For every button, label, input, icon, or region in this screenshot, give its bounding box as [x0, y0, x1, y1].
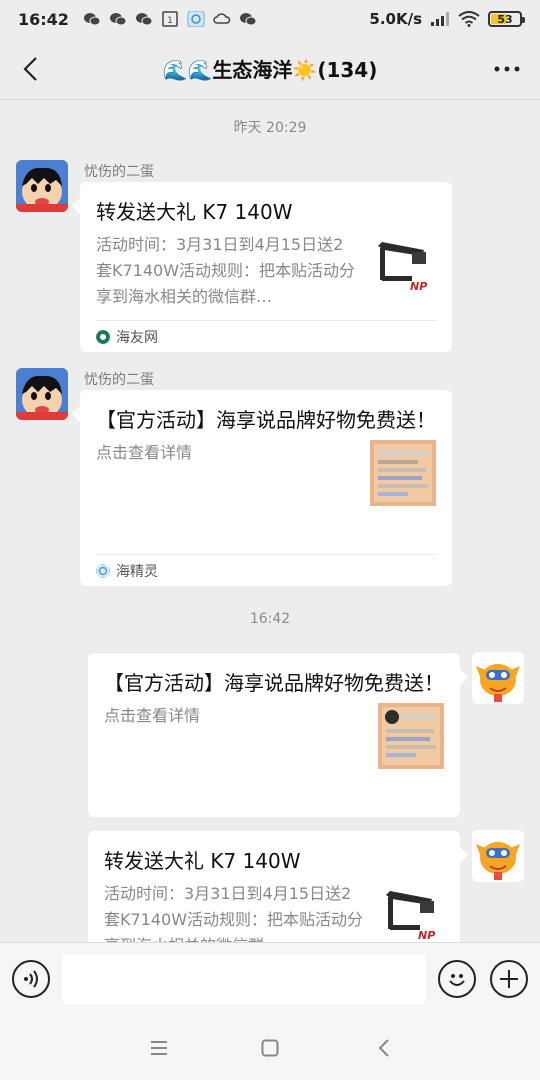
battery-level: 53	[497, 12, 513, 26]
card-source-label: 海精灵	[116, 563, 158, 580]
card-description: 点击查看详情	[104, 706, 201, 725]
voice-icon	[24, 970, 38, 988]
chat-message-list[interactable]: 昨天 20:29 忧伤的二蛋 转发送大礼 K7 140W 活动时间：3月31日到…	[0, 100, 540, 942]
cloud-icon	[213, 13, 231, 24]
card-thumbnail: NP	[370, 232, 436, 298]
avatar[interactable]	[16, 368, 68, 420]
wifi-icon	[458, 11, 480, 27]
card-description: 活动时间：3月31日到4月15日送2套K7140W活动规则：把本贴活动分享到海水…	[96, 235, 356, 306]
chat-title: 🌊🌊生态海洋☀️(134)	[162, 58, 378, 82]
card-title: 【官方活动】海享说品牌好物免费送！	[104, 671, 444, 695]
link-card-message[interactable]: 转发送大礼 K7 140W 活动时间：3月31日到4月15日送2套K7140W活…	[88, 831, 468, 942]
link-card-message[interactable]: 【官方活动】海享说品牌好物免费送！ 点击查看详情	[88, 653, 468, 817]
wechat-icon	[135, 13, 153, 26]
card-thumbnail	[370, 440, 436, 506]
app-icon	[187, 11, 205, 27]
more-functions-button[interactable]	[490, 960, 528, 998]
avatar[interactable]	[472, 652, 524, 704]
battery-indicator: 53	[488, 11, 525, 27]
more-button[interactable]	[492, 54, 522, 84]
status-time: 16:42	[18, 9, 69, 29]
back-button[interactable]	[14, 52, 48, 86]
sender-name: 忧伤的二蛋	[84, 372, 154, 388]
svg-text:NP: NP	[418, 929, 435, 942]
avatar[interactable]	[16, 160, 68, 212]
back-chevron-icon	[378, 1039, 389, 1057]
svg-text:1: 1	[167, 16, 173, 26]
svg-text:NP: NP	[410, 280, 427, 293]
status-bar: 16:42 1 5.0K/s 53	[0, 0, 540, 38]
haiyouwang-icon	[96, 329, 110, 344]
menu-lines-icon	[151, 1041, 167, 1055]
link-card-message[interactable]: 【官方活动】海享说品牌好物免费送！ 点击查看详情 海精灵	[72, 390, 452, 586]
message-input-bar	[0, 942, 540, 1016]
more-dots-icon	[494, 66, 520, 72]
system-back-button[interactable]	[370, 1034, 398, 1062]
sender-avatar-image	[16, 368, 68, 420]
card-title: 转发送大礼 K7 140W	[96, 200, 293, 224]
voice-input-button[interactable]	[12, 960, 50, 998]
wechat-icon	[109, 13, 127, 26]
network-speed: 5.0K/s	[369, 10, 422, 28]
link-card-message[interactable]: 转发送大礼 K7 140W 活动时间：3月31日到4月15日送2套K7140W活…	[72, 182, 452, 352]
message-input[interactable]	[62, 954, 426, 1004]
signal-icon	[431, 12, 449, 26]
haijingling-icon	[96, 563, 110, 578]
message-timestamp: 昨天 20:29	[233, 120, 307, 136]
card-description: 点击查看详情	[96, 443, 193, 462]
recent-apps-button[interactable]	[145, 1034, 173, 1062]
wechat-icon	[239, 13, 257, 26]
chat-header: 🌊🌊生态海洋☀️(134)	[0, 38, 540, 100]
system-navigation-bar	[0, 1016, 540, 1080]
back-chevron-icon	[23, 57, 37, 81]
card-title: 转发送大礼 K7 140W	[104, 849, 301, 873]
card-title: 【官方活动】海享说品牌好物免费送！	[96, 408, 436, 432]
card-thumbnail: NP	[378, 881, 444, 942]
home-square-icon	[261, 1039, 279, 1057]
wechat-icon	[83, 13, 101, 26]
plus-icon	[500, 970, 518, 988]
home-button[interactable]	[256, 1034, 284, 1062]
message-timestamp: 16:42	[249, 611, 291, 627]
card-source-label: 海友网	[116, 329, 158, 346]
self-avatar-image	[472, 652, 524, 704]
card-source: 海友网	[96, 320, 436, 352]
self-avatar-image	[472, 830, 524, 882]
avatar[interactable]	[472, 830, 524, 882]
card-description: 活动时间：3月31日到4月15日送2套K7140W活动规则：把本贴活动分享到海水…	[104, 884, 364, 942]
sender-name: 忧伤的二蛋	[84, 164, 154, 180]
emoji-button[interactable]	[438, 960, 476, 998]
emoji-icon	[449, 974, 465, 986]
card-source: 海精灵	[96, 554, 436, 586]
sender-avatar-image	[16, 160, 68, 212]
card-thumbnail	[378, 703, 444, 769]
calendar-icon: 1	[162, 11, 178, 27]
